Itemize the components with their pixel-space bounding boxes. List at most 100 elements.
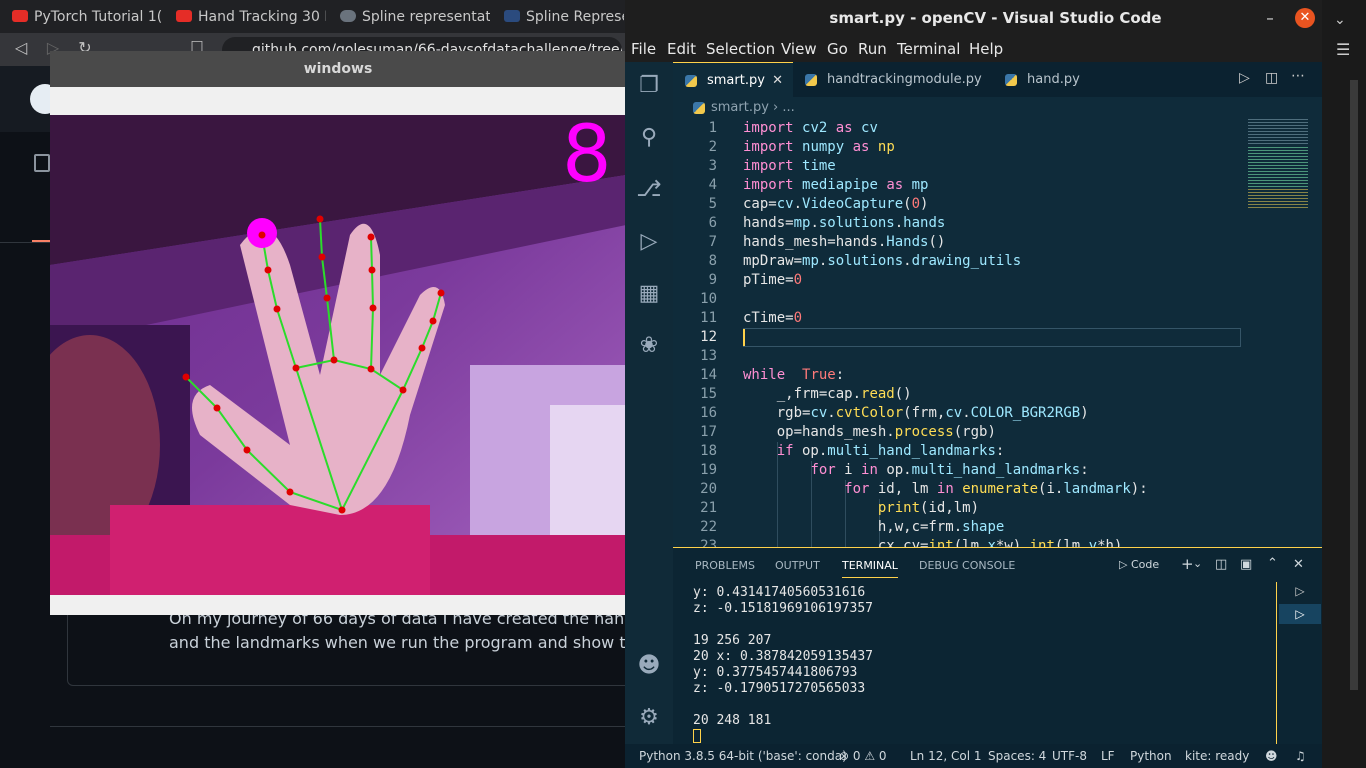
split-terminal-icon[interactable]: ◫: [1215, 557, 1227, 572]
feedback-icon[interactable]: ☻: [1265, 744, 1278, 768]
code-module: hands: [903, 215, 946, 231]
tab-terminal[interactable]: TERMINAL: [842, 559, 898, 578]
code-module: time: [802, 158, 836, 174]
run-file-icon[interactable]: ▷: [1239, 70, 1250, 86]
more-actions-icon[interactable]: ⋯: [1291, 68, 1305, 84]
code-module: cv: [945, 405, 963, 421]
kite-status[interactable]: kite: ready: [1185, 744, 1249, 768]
tab-debug-console[interactable]: DEBUG CONSOLE: [919, 559, 1015, 572]
browser-tab[interactable]: Hand Tracking 30 F: [176, 4, 326, 30]
code-keyword: for: [844, 481, 870, 497]
code-function: VideoCapture: [802, 196, 904, 212]
fps-counter: 8: [562, 115, 612, 200]
close-icon[interactable]: ✕: [772, 63, 783, 98]
close-button[interactable]: ✕: [1295, 8, 1315, 28]
gear-icon[interactable]: ⚙: [625, 694, 673, 742]
maximize-panel-icon[interactable]: ⌃: [1267, 556, 1278, 571]
menu-view[interactable]: View: [781, 36, 817, 62]
code-function: enumerate: [962, 481, 1039, 497]
problems-count[interactable]: ⊗ 0 ⚠ 0: [839, 744, 887, 768]
code-attribute: x: [987, 538, 996, 547]
code-module: solutions: [818, 215, 895, 231]
tab-handtrackingmodule-py[interactable]: handtrackingmodule.py: [793, 62, 993, 97]
line-ending[interactable]: LF: [1101, 744, 1115, 768]
menu-run[interactable]: Run: [858, 36, 887, 62]
bell-icon[interactable]: ♫: [1295, 744, 1306, 768]
code-keyword: as: [886, 177, 904, 193]
current-line-highlight: [743, 328, 1241, 347]
browser-tab[interactable]: Spline representat: [340, 4, 490, 30]
encoding[interactable]: UTF-8: [1052, 744, 1087, 768]
browser-tab[interactable]: Spline Represe: [504, 4, 624, 30]
code-line: cx,cy=int(lm.x*w),int(lm.y*h): [743, 537, 1123, 547]
code-module: cv: [810, 405, 828, 421]
code-attribute: shape: [962, 519, 1005, 535]
terminal-instance-icon[interactable]: ▷: [1279, 604, 1321, 624]
code-attribute: landmark: [1063, 481, 1131, 497]
tab-hand-py[interactable]: hand.py: [993, 62, 1113, 97]
line-number: 1: [708, 120, 717, 136]
minimap[interactable]: [1248, 119, 1318, 279]
run-debug-icon[interactable]: ▷: [625, 218, 673, 266]
scrollbar[interactable]: [1350, 80, 1358, 690]
language-mode[interactable]: Python: [1130, 744, 1172, 768]
menu-file[interactable]: File: [631, 36, 656, 62]
readme-text: and the landmarks when we run the progra…: [169, 633, 691, 652]
code-line: mpDraw=mp.solutions.drawing_utils: [743, 253, 1022, 269]
line-number: 13: [700, 348, 717, 364]
account-icon[interactable]: ☻: [625, 642, 673, 690]
code-line: if op.multi_hand_landmarks:: [776, 443, 1005, 459]
youtube-icon: [12, 10, 28, 22]
code-keyword: import: [743, 139, 794, 155]
chevron-down-icon[interactable]: ⌄: [1334, 12, 1346, 28]
search-icon[interactable]: ⚲: [625, 114, 673, 162]
tab-smart-py[interactable]: smart.py ✕: [673, 62, 793, 97]
terminal-scrollbar[interactable]: [1276, 582, 1277, 744]
python-interpreter[interactable]: Python 3.8.5 64-bit ('base': conda): [639, 744, 847, 768]
line-number: 6: [708, 215, 717, 231]
terminal-shell-select[interactable]: ▷ Code: [1119, 558, 1159, 571]
menu-terminal[interactable]: Terminal: [897, 36, 960, 62]
breadcrumb[interactable]: smart.py › ...: [673, 97, 1322, 119]
app-icon: [504, 10, 520, 22]
menu-edit[interactable]: Edit: [667, 36, 696, 62]
line-number: 16: [700, 405, 717, 421]
code-editor[interactable]: 1 import cv2 as cv 2 import numpy as np …: [673, 119, 1322, 547]
code-function: process: [894, 424, 954, 440]
line-number: 11: [700, 310, 717, 326]
line-number: 22: [700, 519, 717, 535]
indentation[interactable]: Spaces: 4: [988, 744, 1046, 768]
explorer-icon[interactable]: ❐: [625, 62, 673, 110]
code-line: import numpy as np: [743, 138, 895, 157]
close-panel-icon[interactable]: ✕: [1293, 557, 1304, 572]
remote-icon[interactable]: ❀: [625, 322, 673, 370]
back-arrow-icon[interactable]: ◁: [10, 38, 32, 57]
code-module: numpy: [802, 139, 845, 155]
terminal-instance-icon[interactable]: ▷: [1279, 584, 1321, 602]
trash-icon[interactable]: ▣: [1240, 557, 1252, 572]
new-terminal-button[interactable]: +: [1181, 555, 1194, 573]
menu-go[interactable]: Go: [827, 36, 848, 62]
browser-tab[interactable]: PyTorch Tutorial 1(: [12, 4, 162, 30]
code-function: cvtColor: [835, 405, 904, 421]
tab-output[interactable]: OUTPUT: [775, 559, 820, 572]
tab-problems[interactable]: PROBLEMS: [695, 559, 755, 572]
repo-icon[interactable]: [34, 154, 50, 172]
extensions-icon[interactable]: ▦: [625, 270, 673, 318]
cursor-position[interactable]: Ln 12, Col 1: [910, 744, 982, 768]
chevron-down-icon[interactable]: ⌄: [1193, 557, 1202, 570]
activity-bar: ❐ ⚲ ⎇ ▷ ▦ ❀ ☻ ⚙: [625, 62, 673, 744]
webcam-frame: 8: [50, 115, 626, 595]
code-line: hands=mp.solutions.hands: [743, 215, 946, 231]
split-editor-icon[interactable]: ◫: [1265, 70, 1278, 86]
code-number: 0: [793, 310, 803, 326]
menu-icon[interactable]: ☰: [1336, 40, 1350, 59]
source-control-icon[interactable]: ⎇: [625, 166, 673, 214]
code-line: import mediapipe as mp: [743, 176, 928, 195]
python-file-icon: [693, 102, 705, 114]
menu-selection[interactable]: Selection: [706, 36, 775, 62]
terminal-cursor: [693, 729, 701, 743]
menu-help[interactable]: Help: [969, 36, 1003, 62]
code-keyword: import: [743, 120, 794, 136]
window-title[interactable]: windows: [50, 51, 626, 87]
